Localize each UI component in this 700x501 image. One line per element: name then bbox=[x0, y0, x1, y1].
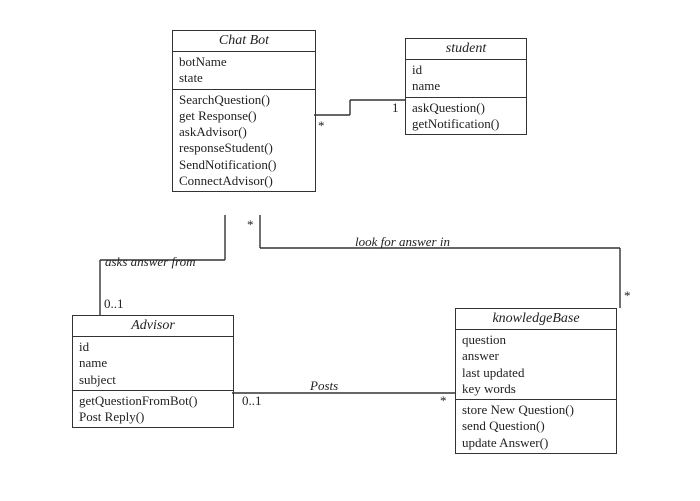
class-student-methods: askQuestion() getNotification() bbox=[406, 98, 526, 135]
class-chatbot-methods: SearchQuestion() get Response() askAdvis… bbox=[173, 90, 315, 192]
mult-chatbot-advisor: 0..1 bbox=[104, 296, 124, 312]
class-kb-title: knowledgeBase bbox=[456, 309, 616, 330]
mult-chatbot-kb-star-bottom: * bbox=[624, 288, 631, 304]
label-look-for-answer-in: look for answer in bbox=[355, 234, 450, 250]
label-asks-answer-from: asks answer from bbox=[105, 254, 196, 270]
class-kb-methods: store New Question() send Question() upd… bbox=[456, 400, 616, 453]
class-chatbot-attrs: botName state bbox=[173, 52, 315, 90]
mult-advisor-kb-right: * bbox=[440, 393, 447, 409]
mult-chatbot-kb-star-top: * bbox=[247, 217, 254, 233]
class-advisor-methods: getQuestionFromBot() Post Reply() bbox=[73, 391, 233, 428]
mult-chatbot-student-star: * bbox=[318, 118, 325, 134]
mult-chatbot-student-one: 1 bbox=[392, 100, 399, 116]
uml-class-diagram: { "classes": { "chatbot": { "name": "Cha… bbox=[0, 0, 700, 501]
class-kb-attrs: question answer last updated key words bbox=[456, 330, 616, 400]
class-chatbot-title: Chat Bot bbox=[173, 31, 315, 52]
class-advisor: Advisor id name subject getQuestionFromB… bbox=[72, 315, 234, 428]
label-posts: Posts bbox=[310, 378, 338, 394]
class-student-title: student bbox=[406, 39, 526, 60]
class-knowledgebase: knowledgeBase question answer last updat… bbox=[455, 308, 617, 454]
class-student-attrs: id name bbox=[406, 60, 526, 98]
class-advisor-title: Advisor bbox=[73, 316, 233, 337]
class-advisor-attrs: id name subject bbox=[73, 337, 233, 391]
class-chatbot: Chat Bot botName state SearchQuestion() … bbox=[172, 30, 316, 192]
mult-advisor-kb-left: 0..1 bbox=[242, 393, 262, 409]
class-student: student id name askQuestion() getNotific… bbox=[405, 38, 527, 135]
